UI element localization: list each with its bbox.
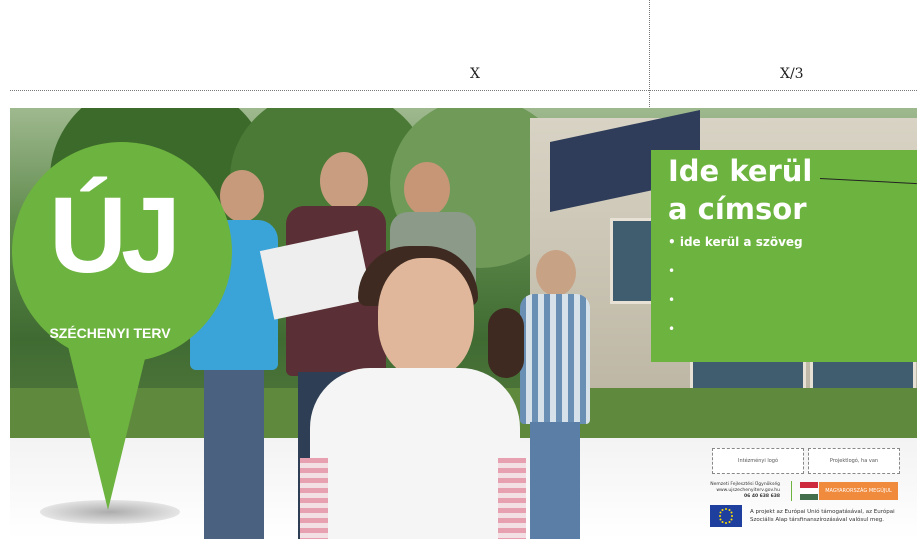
agency-info: Nemzeti Fejlesztési Ügynökség www.ujszec… xyxy=(700,482,780,500)
bullet-list: • ide kerül a szöveg • • • xyxy=(668,234,803,350)
dimension-label-x3: X/3 xyxy=(780,66,804,82)
headline-line-1: Ide kerül xyxy=(668,154,813,188)
bullet-item: • xyxy=(668,293,676,307)
bullet-item: • xyxy=(668,264,676,278)
bullet-item: • ide kerül a szöveg xyxy=(668,235,803,249)
project-logo-placeholder: Projektlogó, ha van xyxy=(808,448,900,474)
headline: Ide kerül a címsor xyxy=(668,152,812,228)
footer-separator xyxy=(791,481,792,501)
institution-logo-placeholder: Intézményi logó xyxy=(712,448,804,474)
logo-uj-text: ÚJ xyxy=(48,174,181,295)
person-boy-plaid xyxy=(520,250,590,539)
agency-phone: 06 40 638 638 xyxy=(743,494,780,499)
bullet-item: • xyxy=(668,322,676,336)
eu-flag-icon xyxy=(710,505,742,527)
eu-funding-text: A projekt az Európai Unió támogatásával,… xyxy=(750,509,895,523)
hungarian-flag-icon xyxy=(800,482,818,500)
megujul-banner: MAGYARORSZÁG MEGÚJUL xyxy=(819,482,898,500)
person-girl-foreground xyxy=(300,246,530,539)
dimension-label-x: X xyxy=(470,66,480,82)
logo-subtitle: SZÉCHENYI TERV xyxy=(49,325,171,341)
headline-line-2: a címsor xyxy=(668,192,807,226)
dimension-guide-horizontal xyxy=(10,90,917,91)
